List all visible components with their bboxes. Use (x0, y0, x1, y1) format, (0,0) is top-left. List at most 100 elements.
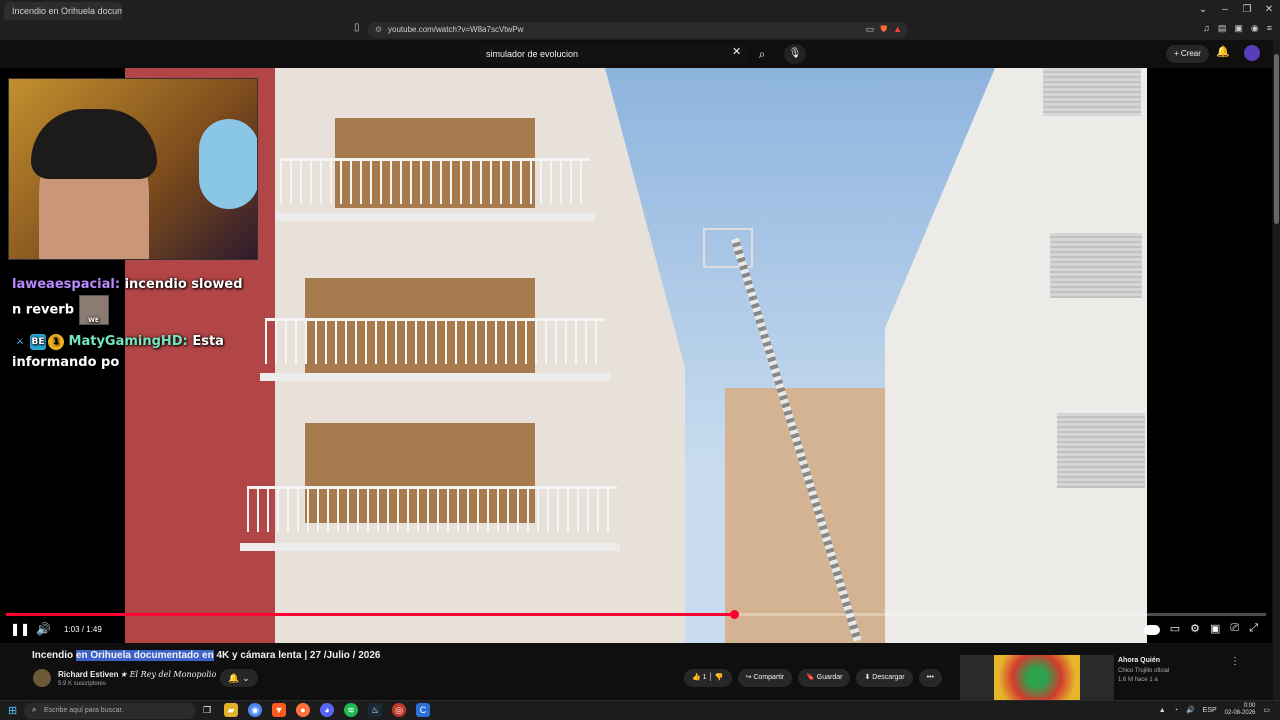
close-window-button[interactable]: ✕ (1258, 0, 1280, 20)
clear-search-icon[interactable]: ✕ (732, 45, 741, 58)
save-button[interactable]: 🔖 Guardar (798, 669, 851, 687)
recommended-menu-icon[interactable]: ⋮ (1230, 656, 1240, 667)
extension-icons: ♫ ▤ ▣ ◉ ≡ (1203, 23, 1272, 34)
vpn-icon[interactable]: ◉ (1251, 23, 1259, 34)
cast-icon[interactable]: ▭ (866, 24, 875, 35)
browser-tab[interactable]: Incendio en Orihuela docume... (4, 2, 122, 20)
avatar[interactable] (1244, 45, 1260, 61)
create-label: Crear (1180, 49, 1201, 58)
network-icon[interactable]: ▲ (1159, 707, 1166, 714)
obs-icon[interactable]: ◎ (392, 703, 406, 717)
chat-message: laweaespacial: incendio slowed n reverb … (12, 277, 243, 325)
task-view-icon[interactable]: ❐ (200, 703, 214, 717)
chat-message: ⚔ BE 1 MatyGamingHD: Esta informando po (12, 333, 224, 370)
clock-date: 02-08-2026 (1224, 710, 1256, 716)
subscriber-count: 5.9 K suscriptores (58, 681, 107, 687)
browser-toolbar: ▯ ⚙ youtube.com/watch?v=W8a7scVtwPw ▭ ⛊ … (0, 20, 1280, 40)
video-title: Incendio en Orihuela documentado en 4K y… (32, 650, 381, 661)
windows-start-icon[interactable]: ⊞ (8, 704, 17, 717)
notification-icon[interactable]: ▭ (1263, 706, 1270, 714)
wifi-icon[interactable]: ◔ (1174, 707, 1178, 714)
youtube-header: simulador de evolucion ✕ ⌕ 🎙 + Crear 🔔 (0, 40, 1280, 68)
taskbar-apps: ❐ ▰ ◉ ▼ ● ◕ ≋ ♨ ◎ C (200, 703, 430, 717)
chat-badges: ⚔ BE 1 (12, 333, 64, 350)
like-button[interactable]: 👍 1 │ 👎 (684, 669, 732, 687)
volume-icon[interactable]: 🔊 (36, 622, 51, 636)
stream-chat: laweaespacial: incendio slowed n reverb … (12, 274, 252, 373)
language-indicator[interactable]: ESP (1203, 707, 1217, 714)
minimize-button[interactable]: – (1214, 0, 1236, 20)
fullscreen-icon[interactable]: ⤢ (1249, 622, 1258, 635)
cast-icon[interactable]: ⎚ (1230, 622, 1239, 635)
steam-icon[interactable]: ♨ (368, 703, 382, 717)
create-button[interactable]: + Crear (1166, 45, 1209, 63)
menu-icon[interactable]: ≡ (1267, 23, 1272, 34)
spotify-icon[interactable]: ≋ (344, 703, 358, 717)
video-balcony-slab (260, 373, 610, 381)
video-balcony (265, 318, 605, 364)
autoplay-toggle[interactable] (1143, 625, 1160, 635)
video-letterbox (1147, 68, 1272, 643)
streamer-webcam (8, 78, 258, 260)
volume-tray-icon[interactable]: 🔊 (1186, 706, 1195, 714)
microphone-icon[interactable]: 🎙 (784, 44, 806, 64)
search-icon[interactable]: ⌕ (748, 44, 776, 64)
music-icon[interactable]: ♫ (1203, 23, 1210, 34)
recommended-thumbnail[interactable] (960, 655, 1114, 700)
video-player[interactable]: laweaespacial: incendio slowed n reverb … (0, 68, 1272, 643)
pause-icon[interactable]: ❚❚ (10, 622, 30, 636)
alert-icon[interactable]: ▲ (893, 24, 902, 35)
brave-icon[interactable]: ▼ (272, 703, 286, 717)
channel-name[interactable]: Richard Estiven (58, 670, 118, 679)
webcam-hair (31, 109, 157, 179)
share-button[interactable]: ↪ Compartir (737, 669, 793, 687)
chat-emote-label: WE (88, 317, 99, 324)
search-value: simulador de evolucion (486, 49, 579, 59)
firefox-icon[interactable]: ● (296, 703, 310, 717)
title-part: 4K y cámara lenta | 27 /Julio / 2026 (213, 650, 381, 661)
title-part: Incendio (32, 650, 76, 661)
video-shutter (1050, 233, 1142, 298)
clock[interactable]: 0:00 02-08-2026 (1225, 703, 1256, 717)
search-input[interactable]: simulador de evolucion (478, 44, 748, 64)
recommended-channel[interactable]: Chico Trujillo oficial (1118, 668, 1169, 674)
windows-taskbar: ⊞ ⌕ Escribe aquí para buscar. ❐ ▰ ◉ ▼ ● … (0, 700, 1280, 720)
recommended-title[interactable]: Ahora Quién (1118, 657, 1160, 664)
shield-icon[interactable]: ⛊ (880, 24, 887, 35)
app-icon[interactable]: C (416, 703, 430, 717)
more-actions-button[interactable]: ••• (918, 669, 942, 687)
video-balcony-slab (240, 543, 620, 551)
video-shutter (1043, 68, 1141, 116)
subscription-bell-button[interactable]: 🔔 ⌄ (220, 669, 258, 687)
recommended-meta: 1.6 M hace 1 a (1118, 677, 1158, 683)
discord-icon[interactable]: ◕ (320, 703, 334, 717)
sword-badge-icon: ⚔ (15, 336, 25, 347)
browser-tabbar: Incendio en Orihuela docume... ⌄ – ❐ ✕ (0, 0, 1280, 20)
save-label: Guardar (816, 674, 843, 681)
address-bar-icons: ▭ ⛊ ▲ (866, 24, 902, 35)
restore-button[interactable]: ❐ (1236, 0, 1258, 20)
site-info-icon[interactable]: ⚙ (375, 25, 382, 34)
chrome-icon[interactable]: ◉ (248, 703, 262, 717)
tab-search-button[interactable]: ⌄ (1192, 0, 1214, 20)
subtitles-icon[interactable]: ▭ (1170, 622, 1180, 635)
system-tray: ▲ ◔ 🔊 ESP 0:00 02-08-2026 ▭ (1159, 703, 1270, 717)
address-bar[interactable]: ⚙ youtube.com/watch?v=W8a7scVtwPw ▭ ⛊ ▲ (368, 22, 908, 38)
download-button[interactable]: ⬇ Descargar (856, 669, 913, 687)
channel-tagline: ★ El Rey del Monopolio (120, 670, 217, 679)
notifications-bell-icon[interactable]: 🔔 (1216, 45, 1230, 58)
taskbar-search[interactable]: ⌕ Escribe aquí para buscar. (24, 703, 196, 719)
page-scrollbar[interactable] (1273, 40, 1280, 700)
player-right-controls: ▭ ⚙ ▣ ⎚ ⤢ (1143, 622, 1258, 635)
channel-avatar[interactable] (33, 669, 51, 687)
progress-bar[interactable] (6, 610, 1266, 619)
settings-gear-icon[interactable]: ⚙ (1190, 622, 1200, 635)
file-explorer-icon[interactable]: ▰ (224, 703, 238, 717)
scrollbar-thumb[interactable] (1274, 54, 1279, 224)
wallet-icon[interactable]: ▣ (1234, 23, 1243, 34)
miniplayer-icon[interactable]: ▣ (1210, 622, 1220, 635)
webcam-plush (199, 119, 257, 209)
video-frame (125, 68, 1147, 643)
sidebar-icon[interactable]: ▤ (1218, 23, 1227, 34)
bookmark-icon[interactable]: ▯ (354, 22, 360, 33)
